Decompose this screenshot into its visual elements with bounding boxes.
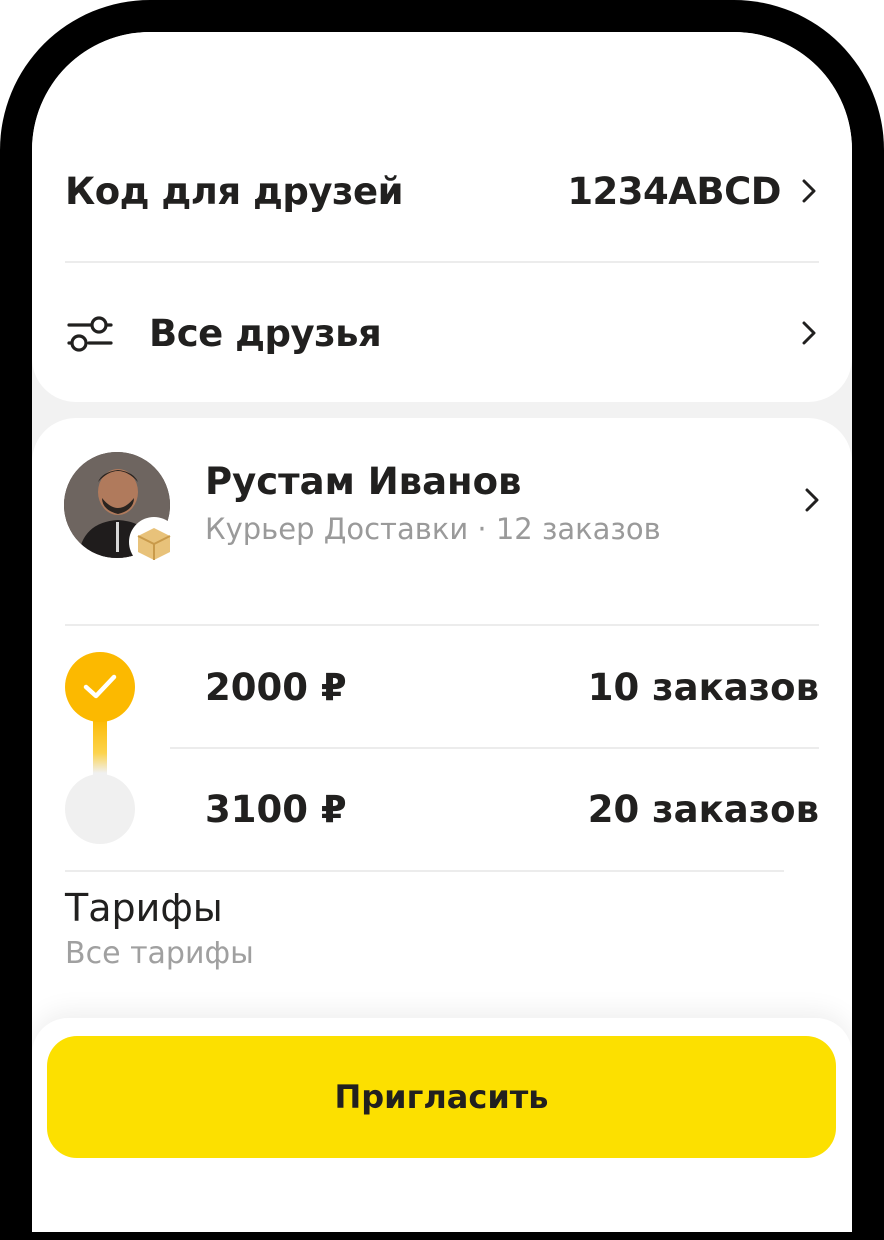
reward-amount: 2000 ₽: [205, 665, 347, 709]
all-friends-row[interactable]: Все друзья: [65, 304, 819, 362]
all-friends-label: Все друзья: [149, 311, 382, 355]
friend-subtitle: Курьер Доставки · 12 заказов: [205, 512, 661, 546]
friend-code-row[interactable]: Код для друзей 1234ABCD: [65, 162, 819, 220]
friend-progress-card: Рустам Иванов Курьер Доставки · 12 заказ…: [32, 418, 852, 1118]
filter-icon: [65, 313, 115, 353]
tariffs-subtitle: Все тарифы: [65, 936, 254, 971]
phone-frame: Код для друзей 1234ABCD Все друзья Руста…: [0, 0, 884, 1240]
divider: [65, 261, 819, 263]
reward-step: 3100 ₽ 20 заказов: [65, 774, 819, 844]
step-done-circle: [65, 652, 135, 722]
friend-code-value: 1234ABCD: [567, 169, 781, 213]
reward-step: 2000 ₽ 10 заказов: [65, 652, 819, 722]
reward-orders: 10 заказов: [587, 665, 819, 709]
friend-name: Рустам Иванов: [205, 460, 522, 503]
invite-button[interactable]: Пригласить: [47, 1036, 836, 1158]
referral-card: Код для друзей 1234ABCD Все друзья: [32, 32, 852, 402]
divider: [170, 747, 819, 749]
chevron-right-icon: [799, 175, 819, 207]
chevron-right-icon: [805, 488, 819, 516]
divider: [65, 870, 784, 872]
reward-orders: 20 заказов: [587, 787, 819, 831]
reward-amount: 3100 ₽: [205, 787, 347, 831]
tariffs-title: Тарифы: [65, 886, 223, 930]
app-screen: Код для друзей 1234ABCD Все друзья Руста…: [32, 32, 852, 1232]
check-icon: [83, 674, 117, 699]
box-badge-icon: [128, 516, 180, 568]
divider: [65, 624, 819, 626]
step-pending-circle: [65, 774, 135, 844]
friend-code-label: Код для друзей: [65, 169, 404, 213]
bottom-action-bar: Пригласить: [32, 1018, 852, 1232]
chevron-right-icon: [799, 317, 819, 349]
